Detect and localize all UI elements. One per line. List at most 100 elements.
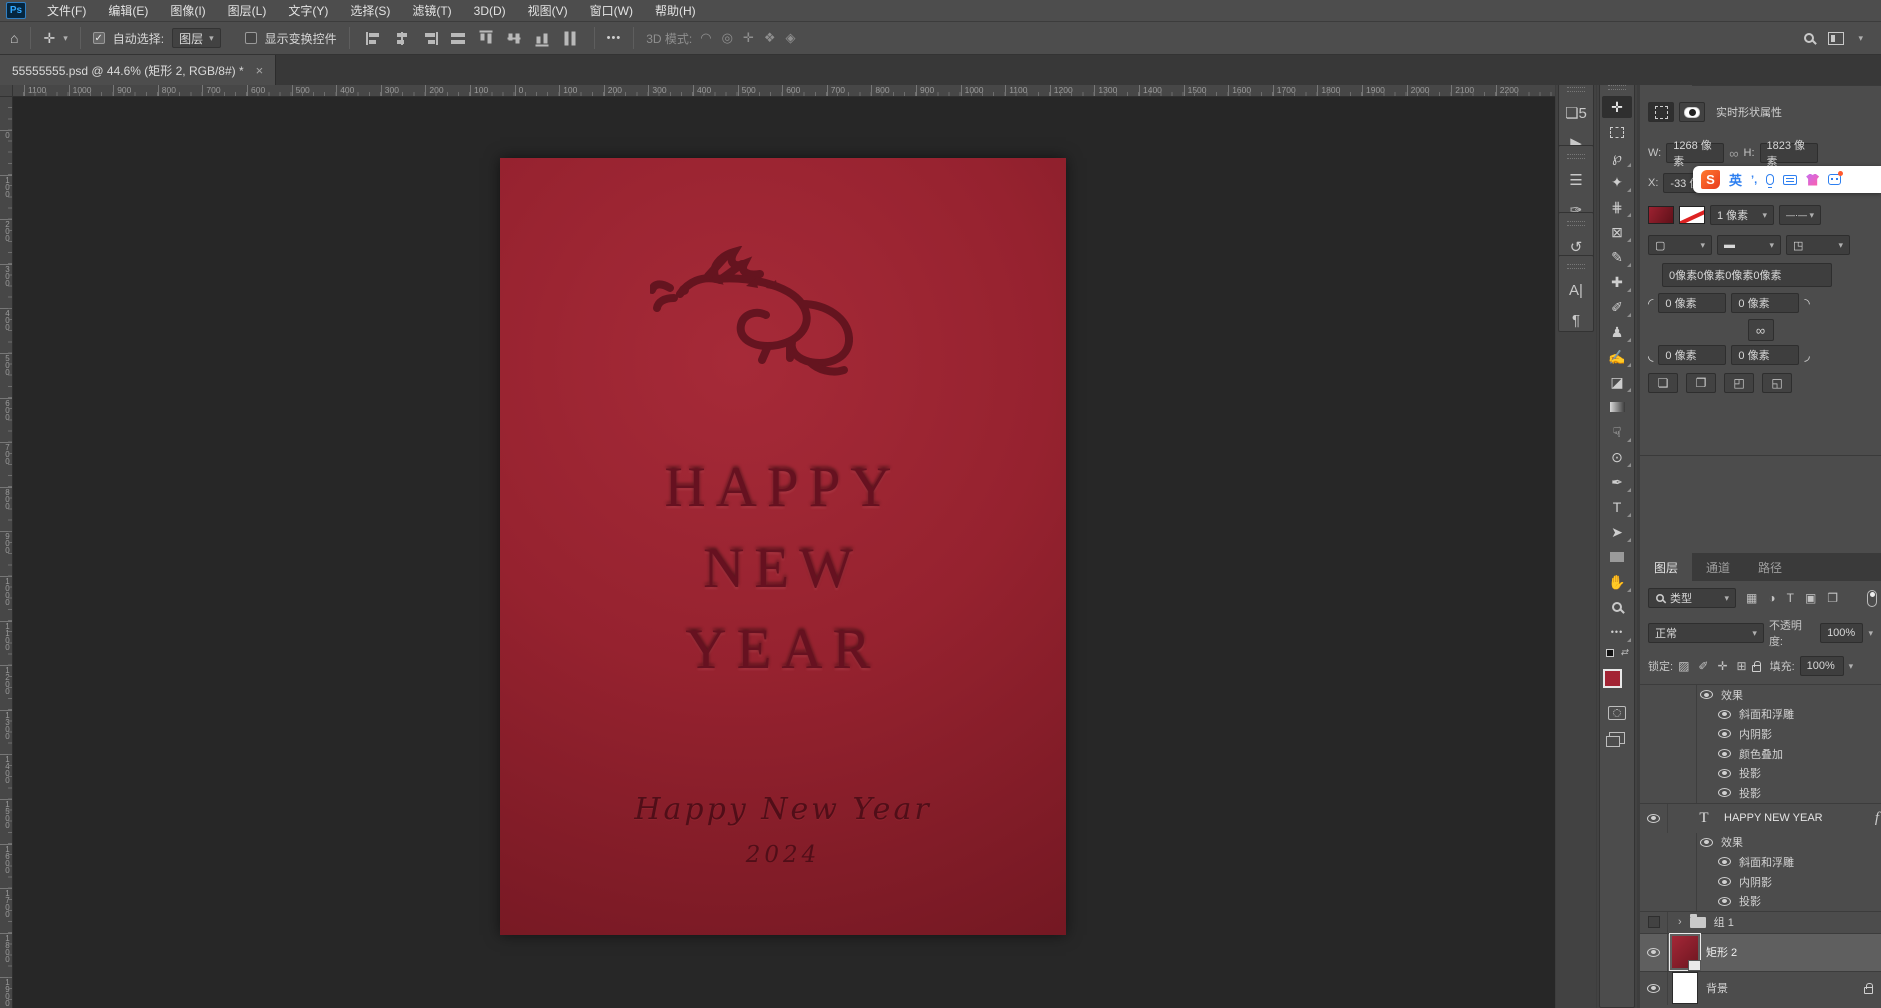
screen-mode[interactable] bbox=[1602, 727, 1632, 749]
stroke-corners-dropdown[interactable]: ◳ ▾ bbox=[1786, 235, 1850, 255]
path-op-3-icon[interactable]: ◰ bbox=[1724, 373, 1754, 393]
visibility-eye-icon[interactable] bbox=[1718, 729, 1731, 738]
visibility-eye-icon[interactable] bbox=[1718, 877, 1731, 886]
fill-opacity-field[interactable]: 100% bbox=[1800, 656, 1844, 676]
layer-row-background[interactable]: 背景 bbox=[1640, 971, 1881, 1005]
layer-row-shape[interactable]: 矩形 2 bbox=[1640, 933, 1881, 971]
path-select-tool[interactable]: ➤ bbox=[1602, 521, 1632, 543]
visibility-eye-icon[interactable] bbox=[1647, 814, 1660, 823]
align-bottom-icon[interactable] bbox=[535, 30, 548, 46]
fill-color-swatch[interactable] bbox=[1648, 206, 1674, 224]
canvas-area[interactable]: HAPPY NEW YEAR Happy New Year 2024 bbox=[13, 97, 1555, 1008]
3d-orbit-icon[interactable]: ◠ bbox=[700, 30, 711, 46]
filter-shape-icon[interactable]: ▣ bbox=[1805, 591, 1816, 605]
layer-filter-dropdown[interactable]: 类型 ▾ bbox=[1648, 588, 1736, 608]
expand-icon[interactable]: › bbox=[1678, 916, 1682, 928]
visibility-eye-icon[interactable] bbox=[1718, 788, 1731, 797]
visibility-cell[interactable] bbox=[1640, 804, 1668, 833]
workspace-icon[interactable] bbox=[1828, 32, 1844, 45]
visibility-cell[interactable] bbox=[1640, 934, 1668, 971]
stroke-color-swatch[interactable] bbox=[1679, 206, 1705, 224]
layer-effect-item[interactable]: 颜色叠加 bbox=[1640, 744, 1881, 764]
chevron-down-icon[interactable]: ▾ bbox=[63, 33, 68, 44]
zoom-tool[interactable] bbox=[1602, 596, 1632, 618]
microphone-icon[interactable] bbox=[1766, 174, 1774, 185]
ime-punctuation-toggle[interactable]: ’, bbox=[1751, 174, 1757, 186]
menu-item-help[interactable]: 帮助(H) bbox=[644, 0, 707, 22]
menu-item-file[interactable]: 文件(F) bbox=[36, 0, 97, 22]
lock-position-icon[interactable]: ✛ bbox=[1717, 659, 1727, 673]
tab-channels[interactable]: 通道 bbox=[1692, 553, 1744, 581]
menu-item-layer[interactable]: 图层(L) bbox=[217, 0, 278, 22]
align-middle-icon[interactable] bbox=[507, 30, 520, 46]
shape-properties-button[interactable] bbox=[1679, 102, 1705, 122]
3d-roll-icon[interactable]: ◎ bbox=[722, 30, 733, 46]
menu-item-view[interactable]: 视图(V) bbox=[517, 0, 579, 22]
visibility-eye-icon[interactable] bbox=[1718, 897, 1731, 906]
layer-effect-item[interactable]: 投影 bbox=[1640, 891, 1881, 911]
layer-effect-item[interactable]: 投影 bbox=[1640, 763, 1881, 783]
stroke-width-field[interactable]: 1 像素 ▾ bbox=[1710, 205, 1774, 225]
layer-effect-item[interactable]: 斜面和浮雕 bbox=[1640, 705, 1881, 725]
lasso-tool[interactable]: ℘ bbox=[1602, 146, 1632, 168]
vertical-ruler[interactable]: 0100200300400500600700800900100011001200… bbox=[0, 97, 13, 1008]
dodge-tool[interactable]: ⊙ bbox=[1602, 446, 1632, 468]
foreground-background-swatches[interactable] bbox=[1602, 669, 1632, 699]
layer-effect-item[interactable]: 内阴影 bbox=[1640, 872, 1881, 892]
3d-pan-icon[interactable]: ✛ bbox=[743, 30, 754, 46]
frame-tool[interactable]: ⊠ bbox=[1602, 221, 1632, 243]
visibility-eye-icon[interactable] bbox=[1647, 948, 1660, 957]
show-transform-checkbox[interactable] bbox=[245, 32, 257, 44]
lock-pixels-icon[interactable]: ✐ bbox=[1698, 659, 1708, 673]
menu-item-window[interactable]: 窗口(W) bbox=[579, 0, 644, 22]
align-top-icon[interactable] bbox=[479, 30, 492, 46]
visibility-cell[interactable] bbox=[1640, 912, 1668, 933]
edit-toolbar[interactable]: ••• bbox=[1602, 621, 1632, 643]
eraser-tool[interactable]: ◪ bbox=[1602, 371, 1632, 393]
mini-swatches[interactable]: ⇄ bbox=[1602, 646, 1632, 662]
document-tab[interactable]: 55555555.psd @ 44.6% (矩形 2, RGB/8#) * × bbox=[0, 55, 276, 85]
radius-br-field[interactable]: 0 像素 bbox=[1731, 345, 1799, 365]
visibility-eye-icon[interactable] bbox=[1700, 690, 1713, 699]
link-dimensions-icon[interactable]: ∞ bbox=[1729, 146, 1738, 161]
auto-select-checkbox[interactable]: ✓ bbox=[93, 32, 105, 44]
hand-tool[interactable]: ✋ bbox=[1602, 571, 1632, 593]
stroke-caps-dropdown[interactable]: ▬ ▾ bbox=[1717, 235, 1781, 255]
layer-thumbnail[interactable] bbox=[1672, 972, 1698, 1004]
radius-bl-field[interactable]: 0 像素 bbox=[1658, 345, 1726, 365]
marquee-tool[interactable] bbox=[1602, 121, 1632, 143]
layer-row-text[interactable]: THAPPY NEW YEARf bbox=[1640, 803, 1881, 833]
tab-paths[interactable]: 路径 bbox=[1744, 553, 1796, 581]
layer-fx-badge[interactable]: f bbox=[1875, 810, 1879, 827]
more-options-icon[interactable]: ••• bbox=[607, 33, 622, 44]
character-icon[interactable]: A| bbox=[1564, 279, 1588, 301]
radius-tr-field[interactable]: 0 像素 bbox=[1731, 293, 1799, 313]
distribute-h-icon[interactable] bbox=[450, 32, 466, 45]
visibility-eye-icon[interactable] bbox=[1718, 857, 1731, 866]
filter-pixel-icon[interactable]: ▦ bbox=[1746, 591, 1757, 605]
layer-effects-header[interactable]: 效果 bbox=[1640, 833, 1881, 853]
shape-tool[interactable] bbox=[1602, 546, 1632, 568]
visibility-eye-icon[interactable] bbox=[1647, 984, 1660, 993]
link-radii-button[interactable]: ∞ bbox=[1748, 319, 1774, 341]
history-brush-tool[interactable]: ✍ bbox=[1602, 346, 1632, 368]
sogou-logo-icon[interactable]: S bbox=[1701, 170, 1720, 189]
lock-all-icon[interactable] bbox=[1752, 665, 1761, 672]
filter-toggle[interactable] bbox=[1867, 590, 1877, 607]
layer-row-group[interactable]: ›组 1 bbox=[1640, 911, 1881, 933]
align-center-h-icon[interactable] bbox=[394, 32, 410, 45]
stroke-style-dropdown[interactable]: —·— ▾ bbox=[1779, 205, 1821, 225]
paragraph-icon[interactable]: ¶ bbox=[1564, 309, 1588, 331]
3d-zoom-icon[interactable]: ◈ bbox=[785, 30, 795, 46]
skin-icon[interactable] bbox=[1806, 174, 1819, 186]
quick-selection-tool[interactable]: ✦ bbox=[1602, 171, 1632, 193]
menu-item-edit[interactable]: 编辑(E) bbox=[97, 0, 159, 22]
search-icon[interactable] bbox=[1804, 33, 1814, 43]
path-op-2-icon[interactable]: ❐ bbox=[1686, 373, 1716, 393]
align-left-icon[interactable] bbox=[366, 32, 382, 45]
visibility-eye-icon[interactable] bbox=[1718, 749, 1731, 758]
healing-brush-tool[interactable]: ✚ bbox=[1602, 271, 1632, 293]
layer-comps-icon[interactable]: ❏5 bbox=[1564, 102, 1588, 124]
3d-slide-icon[interactable]: ❖ bbox=[764, 30, 776, 46]
color-swatches[interactable] bbox=[1602, 665, 1632, 699]
